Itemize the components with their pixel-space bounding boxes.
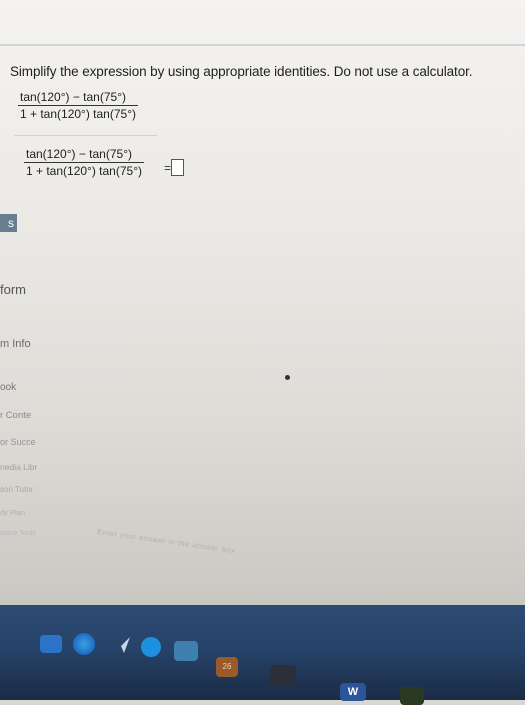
app-icon-green[interactable] — [400, 687, 424, 705]
sidebar: s form m Info ook r Conte or Succe nedia… — [0, 214, 90, 574]
fraction-bar — [24, 162, 144, 163]
answer-fraction: tan(120°) − tan(75°) 1 + tan(120°) tan(7… — [24, 147, 144, 178]
section-divider — [14, 135, 157, 136]
sidebar-item[interactable]: ourse Tools — [0, 530, 36, 537]
question-text: Simplify the expression by using appropr… — [10, 64, 473, 79]
mouse-cursor-dot — [285, 375, 290, 380]
task-view-icon[interactable] — [40, 635, 62, 653]
word-letter: W — [347, 686, 359, 698]
answer-input[interactable] — [171, 159, 184, 176]
chat-icon[interactable] — [174, 641, 198, 661]
sidebar-item[interactable]: ook — [0, 382, 16, 393]
expression-numerator: tan(120°) − tan(75°) — [20, 90, 126, 104]
sidebar-item[interactable]: nedia Libr — [0, 462, 37, 472]
expression-denominator: 1 + tan(120°) tan(75°) — [20, 107, 136, 121]
edge-browser-icon[interactable] — [73, 633, 95, 655]
taskbar: 26 W — [0, 605, 525, 705]
media-icon[interactable] — [270, 665, 296, 685]
sidebar-item[interactable]: form — [0, 282, 26, 297]
fraction-bar — [18, 105, 138, 106]
sidebar-tab[interactable]: s — [0, 214, 17, 232]
sidebar-item[interactable]: or Succe — [0, 437, 36, 447]
sidebar-item[interactable]: son Tutor — [0, 485, 33, 494]
calendar-date: 26 — [222, 662, 232, 671]
equals-sign: = — [164, 161, 172, 175]
answer-fraction-denominator: 1 + tan(120°) tan(75°) — [26, 164, 142, 178]
answer-fraction-numerator: tan(120°) − tan(75°) — [26, 147, 132, 161]
hint-text: Enter your answer in the answer box — [96, 527, 236, 556]
top-divider — [0, 44, 525, 46]
sidebar-item[interactable]: r Conte — [0, 410, 31, 421]
calendar-icon[interactable]: 26 — [216, 657, 238, 677]
sidebar-item[interactable]: m Info — [0, 338, 31, 350]
expression-fraction: tan(120°) − tan(75°) 1 + tan(120°) tan(7… — [18, 90, 138, 121]
screen: Simplify the expression by using appropr… — [0, 0, 525, 610]
app-icon[interactable] — [141, 637, 161, 657]
send-icon[interactable] — [112, 635, 132, 655]
word-icon[interactable]: W — [340, 683, 366, 701]
sidebar-item[interactable]: dy Plan — [0, 508, 25, 517]
